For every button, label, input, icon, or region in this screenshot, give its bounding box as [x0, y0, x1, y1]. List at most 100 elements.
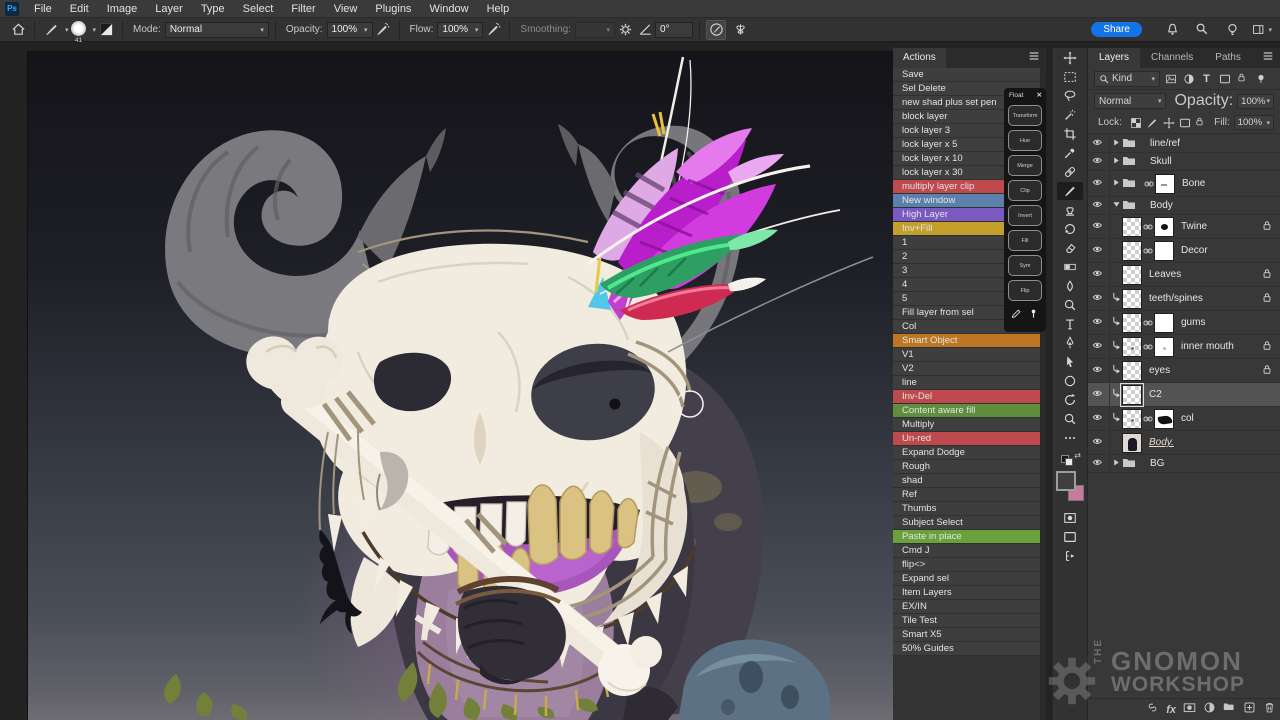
panel-menu-icon[interactable] [1028, 49, 1040, 67]
menu-view[interactable]: View [325, 0, 367, 18]
color-swatches[interactable] [1055, 471, 1085, 501]
search-icon[interactable] [1192, 20, 1212, 40]
action-item[interactable]: Thumbs [893, 502, 1046, 516]
airbrush-icon[interactable] [483, 20, 503, 40]
visibility-eye-icon[interactable] [1088, 171, 1110, 196]
action-item[interactable]: flip<> [893, 558, 1046, 572]
eyedropper-tool-icon[interactable] [1057, 144, 1083, 162]
brush-tool-icon[interactable] [1057, 182, 1083, 200]
filter-pixel-layers-icon[interactable] [1163, 71, 1178, 86]
lasso-tool-icon[interactable] [1057, 87, 1083, 105]
layer-thumbnail[interactable] [1122, 241, 1142, 261]
layer-row-col[interactable]: col [1088, 407, 1280, 431]
workspace-switcher-icon[interactable]: ▾ [1252, 20, 1272, 40]
adjustment-layer-icon[interactable] [1203, 701, 1216, 719]
visibility-eye-icon[interactable] [1088, 407, 1110, 430]
pin-icon[interactable] [1028, 306, 1039, 324]
add-layer-mask-icon[interactable] [1183, 701, 1196, 719]
layer-thumbnail[interactable] [1122, 433, 1142, 453]
delete-layer-icon[interactable] [1263, 701, 1276, 719]
layer-mask-thumbnail[interactable] [1154, 409, 1174, 429]
marquee-tool-icon[interactable] [1057, 68, 1083, 86]
visibility-eye-icon[interactable] [1088, 287, 1110, 310]
symmetry-icon[interactable] [730, 20, 750, 40]
actions-tab[interactable]: Actions [893, 48, 946, 68]
layer-opacity-field[interactable]: 100% ▾ [1237, 94, 1274, 109]
more-tools-icon[interactable] [1057, 429, 1083, 447]
expand-arrow-icon[interactable] [1110, 178, 1122, 190]
action-item[interactable]: Expand Dodge [893, 446, 1046, 460]
path-select-tool-icon[interactable] [1057, 353, 1083, 371]
layer-row-leaves[interactable]: Leaves [1088, 263, 1280, 287]
layer-row-twine[interactable]: Twine [1088, 215, 1280, 239]
brush-panel-toggle-icon[interactable] [96, 20, 116, 40]
brush-size-preview[interactable]: 41 [69, 20, 89, 40]
action-item[interactable]: Cmd J [893, 544, 1046, 558]
visibility-eye-icon[interactable] [1088, 455, 1110, 472]
airbrush-opacity-icon[interactable] [373, 20, 393, 40]
menu-window[interactable]: Window [420, 0, 477, 18]
new-group-icon[interactable] [1223, 701, 1236, 719]
tab-layers[interactable]: Layers [1088, 48, 1140, 68]
visibility-eye-icon[interactable] [1088, 239, 1110, 262]
float-action-invert[interactable]: Invert [1008, 205, 1042, 226]
type-tool-icon[interactable] [1057, 315, 1083, 333]
clone-stamp-tool-icon[interactable] [1057, 201, 1083, 219]
menu-filter[interactable]: Filter [282, 0, 324, 18]
action-item[interactable]: line [893, 376, 1046, 390]
filter-kind-dropdown[interactable]: Kind ▾ [1094, 71, 1160, 87]
action-item[interactable]: V2 [893, 362, 1046, 376]
layer-mask-thumbnail[interactable] [1154, 217, 1174, 237]
layer-row-gums[interactable]: gums [1088, 311, 1280, 335]
new-layer-icon[interactable] [1243, 701, 1256, 719]
discover-bulb-icon[interactable] [1222, 20, 1242, 40]
visibility-eye-icon[interactable] [1088, 263, 1110, 286]
visibility-eye-icon[interactable] [1088, 431, 1110, 454]
action-item[interactable]: 50% Guides [893, 642, 1046, 656]
layer-thumbnail[interactable] [1122, 385, 1142, 405]
mode-dropdown[interactable]: Normal ▾ [165, 22, 269, 38]
float-action-merge[interactable]: Merge [1008, 155, 1042, 176]
lock-all-icon[interactable] [1195, 115, 1208, 130]
visibility-eye-icon[interactable] [1088, 311, 1110, 334]
share-button[interactable]: Share [1091, 22, 1142, 37]
filter-toggle-icon[interactable] [1253, 71, 1268, 86]
canvas-artwork[interactable] [28, 52, 893, 720]
crop-tool-icon[interactable] [1057, 125, 1083, 143]
layer-row-eyes[interactable]: eyes [1088, 359, 1280, 383]
layer-thumbnail[interactable] [1122, 265, 1142, 285]
action-item[interactable]: Smart Object [893, 334, 1046, 348]
action-item[interactable]: Item Layers [893, 586, 1046, 600]
visibility-eye-icon[interactable] [1088, 215, 1110, 238]
action-item[interactable]: Paste in place [893, 530, 1046, 544]
swap-colors-icon[interactable]: ⇄ [1074, 451, 1081, 460]
expand-arrow-icon[interactable] [1110, 138, 1122, 150]
layer-thumbnail[interactable] [1122, 289, 1142, 309]
action-item[interactable]: shad [893, 474, 1046, 488]
lock-transparency-icon[interactable] [1129, 115, 1142, 130]
action-item[interactable]: Subject Select [893, 516, 1046, 530]
menu-layer[interactable]: Layer [146, 0, 192, 18]
action-item[interactable]: Content aware fill [893, 404, 1046, 418]
expand-arrow-icon[interactable] [1110, 156, 1122, 168]
rotate-view-tool-icon[interactable] [1057, 391, 1083, 409]
layer-mask-thumbnail[interactable] [1154, 337, 1174, 357]
layer-row-teeth-spines[interactable]: teeth/spines [1088, 287, 1280, 311]
brush-preset-icon[interactable] [41, 20, 61, 40]
layer-row-decor[interactable]: Decor [1088, 239, 1280, 263]
action-item[interactable]: Multiply [893, 418, 1046, 432]
blend-mode-dropdown[interactable]: Normal ▾ [1094, 93, 1166, 109]
lock-pixels-icon[interactable] [1145, 115, 1158, 130]
action-item[interactable]: Expand sel [893, 572, 1046, 586]
menu-image[interactable]: Image [98, 0, 147, 18]
menu-select[interactable]: Select [234, 0, 283, 18]
float-action-hue[interactable]: Hue [1008, 130, 1042, 151]
zoom-tool-icon[interactable] [1057, 410, 1083, 428]
close-icon[interactable]: ✕ [1037, 91, 1042, 99]
menu-plugins[interactable]: Plugins [366, 0, 420, 18]
action-item[interactable]: Smart X5 [893, 628, 1046, 642]
brush-angle-field[interactable]: 0° [655, 22, 693, 38]
layer-thumbnail[interactable] [1122, 217, 1142, 237]
gradient-tool-icon[interactable] [1057, 258, 1083, 276]
menu-type[interactable]: Type [192, 0, 234, 18]
